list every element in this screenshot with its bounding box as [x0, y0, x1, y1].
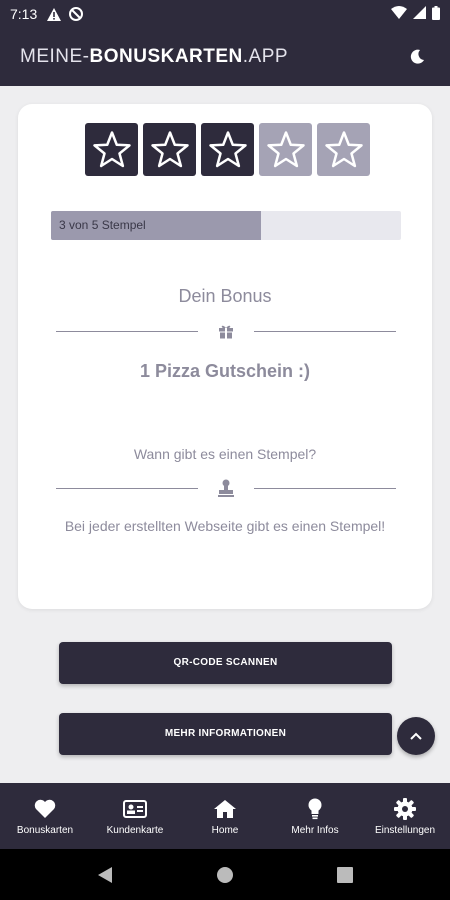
nav-item-mehr-infos[interactable]: Mehr Infos — [270, 783, 360, 849]
moon-icon[interactable] — [404, 44, 430, 70]
stamp-star-filled — [143, 123, 196, 176]
stamp-question: Wann gibt es einen Stempel? — [133, 446, 317, 462]
stamp-star-empty — [259, 123, 312, 176]
nav-label: Home — [211, 824, 239, 836]
bottom-nav: Bonuskarten Kundenkarte Home Mehr Infos … — [0, 783, 450, 849]
status-bar: 7:13 — [0, 0, 450, 28]
recents-button[interactable] — [335, 865, 355, 885]
stamp-stars — [85, 123, 370, 176]
brand-prefix: MEINE- — [20, 46, 90, 67]
battery-icon — [432, 5, 440, 23]
warning-icon — [47, 7, 62, 21]
more-info-button[interactable]: MEHR INFORMATIONEN — [59, 713, 392, 755]
blocked-icon — [69, 7, 84, 21]
signal-icon — [413, 6, 426, 22]
stamp-star-filled — [201, 123, 254, 176]
lightbulb-icon — [307, 797, 323, 821]
gift-icon — [198, 323, 254, 339]
stamp-divider — [56, 479, 396, 497]
nav-label: Einstellungen — [374, 824, 436, 836]
home-icon — [213, 797, 237, 821]
bonus-title: Dein Bonus — [178, 286, 272, 306]
wifi-icon — [391, 6, 407, 22]
stamp-answer: Bei jeder erstellten Webseite gibt es ei… — [64, 518, 386, 534]
system-nav-bar — [0, 849, 450, 900]
stamp-progress-bar: 3 von 5 Stempel — [51, 211, 401, 240]
chevron-up-icon — [410, 727, 422, 745]
brand-bold: BONUSKARTEN — [89, 46, 243, 67]
nav-item-bonuskarten[interactable]: Bonuskarten — [0, 783, 90, 849]
nav-item-home[interactable]: Home — [180, 783, 270, 849]
progress-label: 3 von 5 Stempel — [59, 218, 146, 232]
bonus-value: 1 Pizza Gutschein :) — [139, 361, 311, 381]
nav-item-einstellungen[interactable]: Einstellungen — [360, 783, 450, 849]
back-button[interactable] — [95, 865, 115, 885]
nav-label: Bonuskarten — [16, 824, 74, 836]
stamp-star-empty — [317, 123, 370, 176]
status-time: 7:13 — [10, 6, 38, 22]
brand-suffix: .APP — [242, 46, 289, 67]
nav-label: Mehr Infos — [291, 824, 339, 836]
heart-icon — [34, 797, 56, 821]
scroll-top-button[interactable] — [397, 717, 435, 755]
gear-icon — [394, 797, 416, 821]
id-card-icon — [123, 797, 147, 821]
stamp-star-filled — [85, 123, 138, 176]
app-brand: MEINE-BONUSKARTEN.APP — [20, 46, 288, 68]
qr-scan-button[interactable]: QR-CODE SCANNEN — [59, 642, 392, 684]
bonus-card: 3 von 5 Stempel Dein Bonus 1 Pizza Gutsc… — [18, 104, 432, 609]
nav-label: Kundenkarte — [106, 824, 164, 836]
home-nav-button[interactable] — [215, 865, 235, 885]
stamp-icon — [198, 479, 254, 497]
bonus-divider — [56, 323, 396, 339]
app-header: MEINE-BONUSKARTEN.APP — [0, 28, 450, 86]
nav-item-kundenkarte[interactable]: Kundenkarte — [90, 783, 180, 849]
